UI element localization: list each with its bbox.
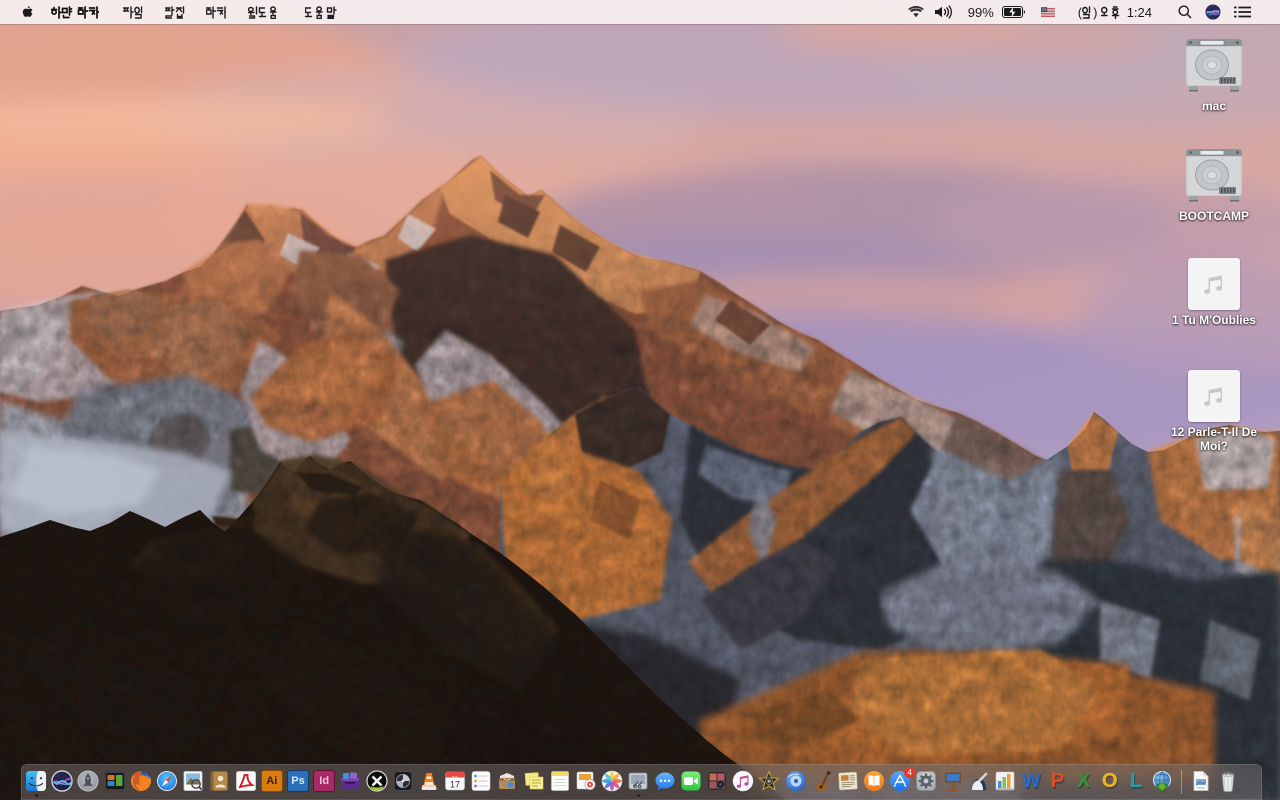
svg-text:17: 17 xyxy=(450,780,460,790)
